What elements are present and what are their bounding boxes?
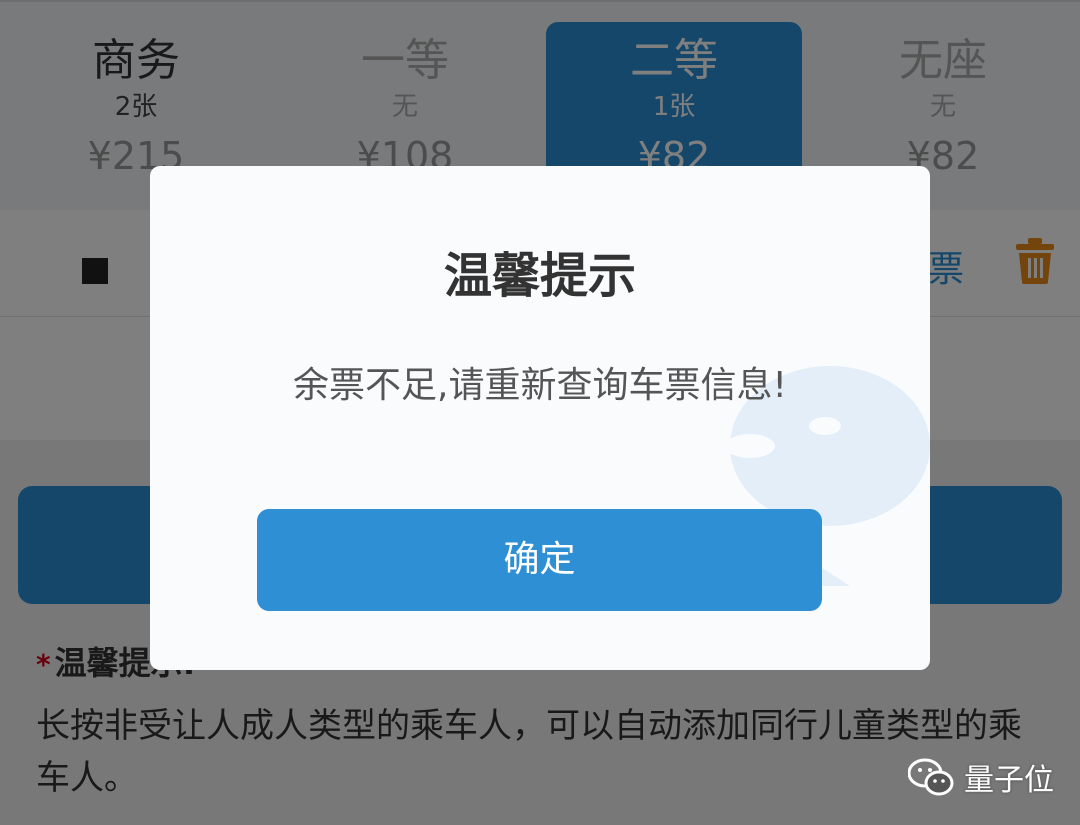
watermark: 量子位: [908, 756, 1054, 798]
alert-dialog: 温馨提示 余票不足,请重新查询车票信息! 确定: [150, 166, 930, 670]
dialog-title: 温馨提示: [443, 248, 636, 304]
wechat-icon: [908, 758, 954, 796]
dialog-message: 余票不足,请重新查询车票信息!: [293, 365, 787, 406]
watermark-text: 量子位: [964, 763, 1054, 798]
confirm-button[interactable]: 确定: [257, 509, 822, 611]
